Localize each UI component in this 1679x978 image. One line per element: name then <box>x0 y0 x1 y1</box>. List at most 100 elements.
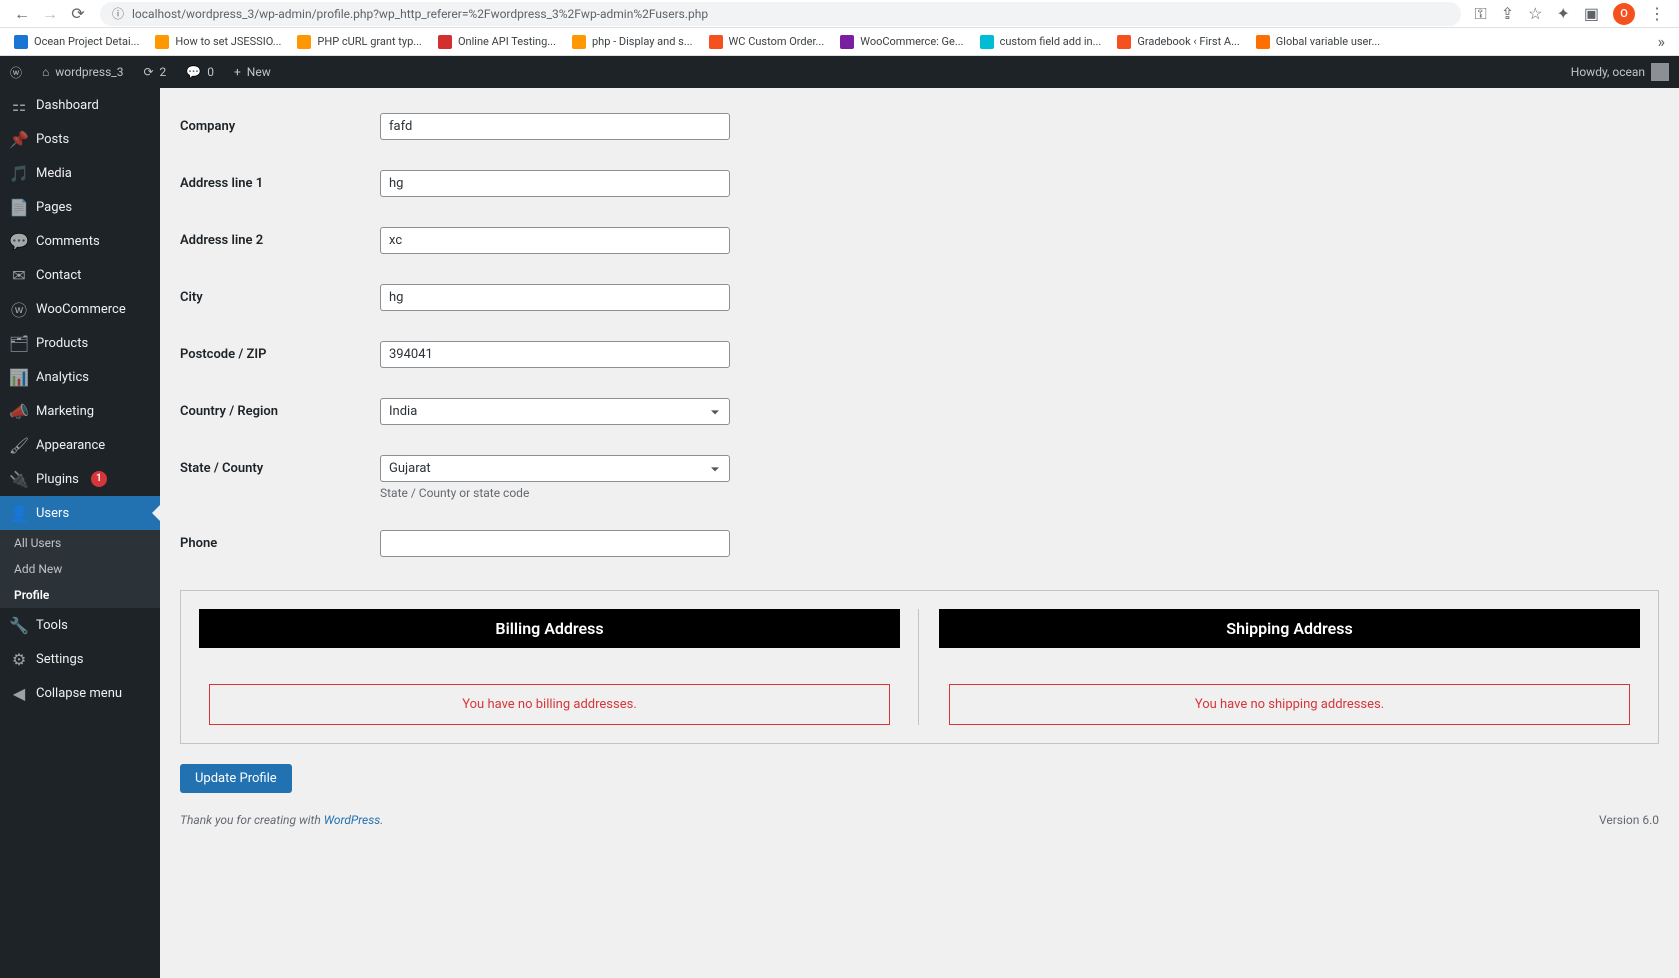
bookmark-item[interactable]: Ocean Project Detai... <box>8 31 145 53</box>
address-bar[interactable]: ⓘ localhost/wordpress_3/wp-admin/profile… <box>100 2 1461 26</box>
howdy-link[interactable]: Howdy, ocean <box>1561 56 1679 88</box>
back-button[interactable]: ← <box>8 0 36 28</box>
phone-label: Phone <box>180 530 380 551</box>
sidebar-item-dashboard[interactable]: ⚏ Dashboard <box>0 88 160 122</box>
billing-title: Billing Address <box>199 609 900 648</box>
site-link[interactable]: ⌂ wordpress_3 <box>32 56 133 88</box>
bookmark-favicon-icon <box>14 35 28 49</box>
bookmark-label: WooCommerce: Ge... <box>860 35 963 48</box>
bookmark-favicon-icon <box>840 35 854 49</box>
bookmark-item[interactable]: Gradebook ‹ First A... <box>1111 31 1245 53</box>
sidebar-item-label: Analytics <box>36 370 89 385</box>
bookmark-favicon-icon <box>297 35 311 49</box>
comment-icon: 💬 <box>186 65 201 79</box>
key-icon[interactable]: ⚿ <box>1475 4 1487 24</box>
woo-icon: ⓦ <box>10 300 28 318</box>
footer-thanks-prefix: Thank you for creating with <box>180 813 324 827</box>
media-icon: 🎵 <box>10 164 28 182</box>
sidebar-item-tools[interactable]: 🔧Tools <box>0 608 160 642</box>
extensions-icon[interactable]: ✦ <box>1556 4 1569 23</box>
postcode-input[interactable] <box>380 341 730 368</box>
bookmark-favicon-icon <box>1256 35 1270 49</box>
comments-link[interactable]: 💬 0 <box>176 56 224 88</box>
bookmark-item[interactable]: Online API Testing... <box>432 31 562 53</box>
sidebar-item-label: WooCommerce <box>36 302 126 317</box>
submenu-item-add-new[interactable]: Add New <box>0 556 160 582</box>
company-input[interactable] <box>380 113 730 140</box>
shipping-address-column: Shipping Address You have no shipping ad… <box>939 609 1640 725</box>
main-content: Company Address line 1 Address line 2 Ci… <box>160 88 1679 978</box>
sidebar-item-users[interactable]: 👤Users <box>0 496 160 530</box>
city-input[interactable] <box>380 284 730 311</box>
sidebar-item-label: Users <box>36 506 69 521</box>
analytics-icon: 📊 <box>10 368 28 386</box>
sidebar-item-contact[interactable]: ✉Contact <box>0 258 160 292</box>
state-select[interactable]: Gujarat <box>380 455 730 482</box>
wp-logo[interactable]: ⓦ <box>0 56 32 88</box>
sidebar-item-appearance[interactable]: 🖌Appearance <box>0 428 160 462</box>
bookmark-item[interactable]: WC Custom Order... <box>703 31 831 53</box>
sidebar-item-woocommerce[interactable]: ⓦ WooCommerce <box>0 292 160 326</box>
forward-button[interactable]: → <box>36 0 64 28</box>
sidebar-item-label: Pages <box>36 200 72 215</box>
footer-version: Version 6.0 <box>1599 813 1659 827</box>
phone-input[interactable] <box>380 530 730 557</box>
bookmark-item[interactable]: WooCommerce: Ge... <box>834 31 969 53</box>
sidebar-item-marketing[interactable]: 📣Marketing <box>0 394 160 428</box>
bookmark-item[interactable]: Global variable user... <box>1250 31 1386 53</box>
star-icon[interactable]: ☆ <box>1528 4 1542 23</box>
site-info-icon[interactable]: ⓘ <box>112 5 124 22</box>
submenu-item-profile[interactable]: Profile <box>0 582 160 608</box>
new-link[interactable]: + New <box>224 56 281 88</box>
comments-count: 0 <box>207 65 214 79</box>
share-icon[interactable]: ⇪ <box>1501 4 1514 23</box>
updates-icon: ⟳ <box>143 65 153 79</box>
footer-wordpress-link[interactable]: WordPress <box>324 813 381 827</box>
sidebar-item-posts[interactable]: 📌 Posts <box>0 122 160 156</box>
bookmark-item[interactable]: custom field add in... <box>974 31 1108 53</box>
appearance-icon: 🖌 <box>10 436 28 454</box>
sidebar-item-label: Dashboard <box>36 98 99 113</box>
sidebar-item-label: Tools <box>36 618 68 633</box>
pin-icon: 📌 <box>10 130 28 148</box>
sidebar-item-media[interactable]: 🎵 Media <box>0 156 160 190</box>
address-section: Billing Address You have no billing addr… <box>180 590 1659 744</box>
update-badge: 1 <box>91 471 107 487</box>
panel-icon[interactable]: ▣ <box>1584 4 1599 23</box>
marketing-icon: 📣 <box>10 402 28 420</box>
address2-input[interactable] <box>380 227 730 254</box>
bookmark-item[interactable]: php - Display and s... <box>566 31 699 53</box>
bookmark-label: Gradebook ‹ First A... <box>1137 35 1239 48</box>
bookmark-favicon-icon <box>438 35 452 49</box>
bookmarks-overflow[interactable]: » <box>1652 32 1672 51</box>
browser-toolbar: ← → ⟳ ⓘ localhost/wordpress_3/wp-admin/p… <box>0 0 1679 28</box>
address1-input[interactable] <box>380 170 730 197</box>
postcode-label: Postcode / ZIP <box>180 341 380 362</box>
sidebar-item-plugins[interactable]: 🔌Plugins1 <box>0 462 160 496</box>
comment-icon: 💬 <box>10 232 28 250</box>
sidebar-item-label: Media <box>36 166 72 181</box>
dashboard-icon: ⚏ <box>10 96 28 114</box>
menu-icon[interactable]: ⋮ <box>1649 4 1665 23</box>
country-select[interactable]: India <box>380 398 730 425</box>
sidebar-item-settings[interactable]: ⚙Settings <box>0 642 160 676</box>
bookmark-item[interactable]: How to set JSESSIO... <box>149 31 287 53</box>
sidebar-item-label: Posts <box>36 132 69 147</box>
update-profile-button[interactable]: Update Profile <box>180 764 292 793</box>
profile-avatar[interactable]: O <box>1613 3 1635 25</box>
sidebar-item-analytics[interactable]: 📊 Analytics <box>0 360 160 394</box>
sidebar-item-products[interactable]: 🗂Products <box>0 326 160 360</box>
sidebar-item-label: Contact <box>36 268 81 283</box>
updates-link[interactable]: ⟳ 2 <box>133 56 176 88</box>
sidebar-item-pages[interactable]: 📄Pages <box>0 190 160 224</box>
sidebar-item-comments[interactable]: 💬Comments <box>0 224 160 258</box>
reload-button[interactable]: ⟳ <box>64 0 92 28</box>
bookmark-label: Ocean Project Detai... <box>34 35 139 48</box>
bookmark-label: Global variable user... <box>1276 35 1380 48</box>
bookmark-item[interactable]: PHP cURL grant typ... <box>291 31 428 53</box>
bookmark-label: custom field add in... <box>1000 35 1102 48</box>
submenu-item-all-users[interactable]: All Users <box>0 530 160 556</box>
bookmark-favicon-icon <box>572 35 586 49</box>
url-text: localhost/wordpress_3/wp-admin/profile.p… <box>132 7 708 21</box>
sidebar-item-collapse-menu[interactable]: ◀Collapse menu <box>0 676 160 710</box>
